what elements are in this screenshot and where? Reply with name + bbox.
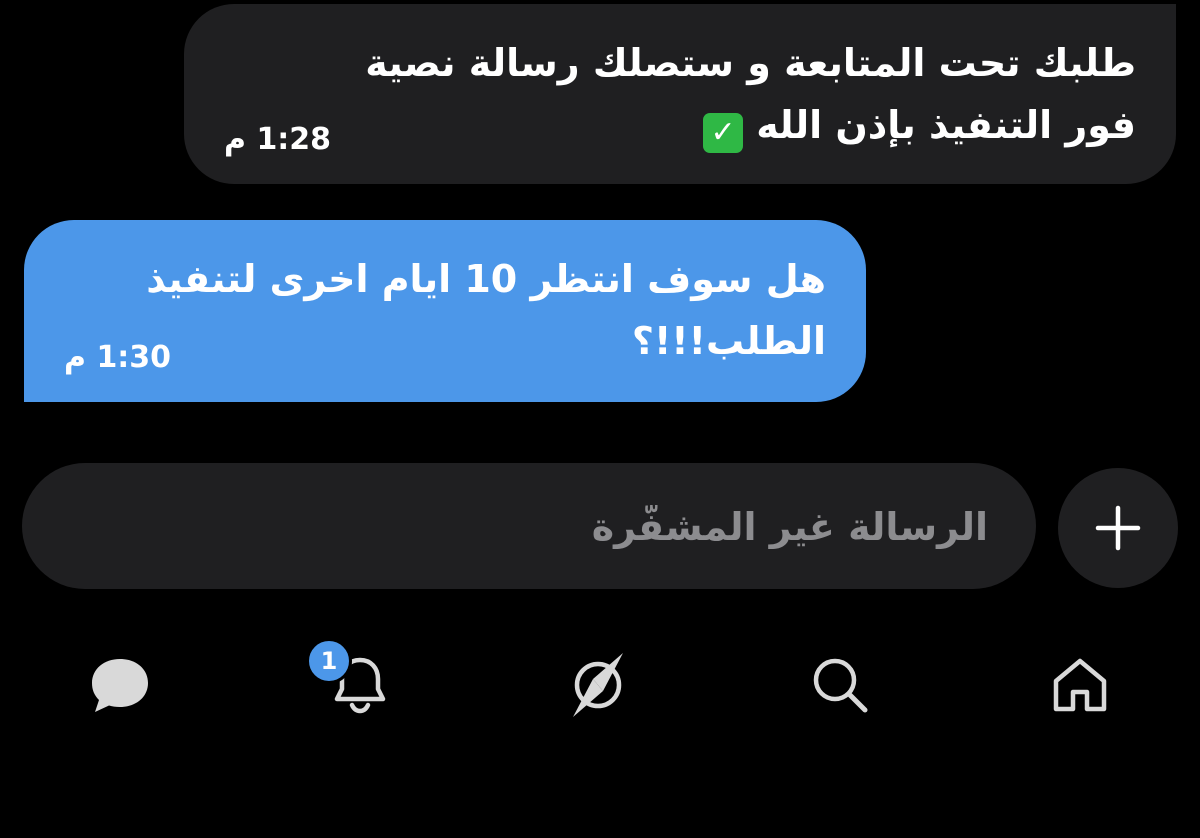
message-timestamp: 1:28 م [224,122,332,157]
message-bubble-sent[interactable]: هل سوف انتظر 10 ايام اخرى لتنفيذ الطلب!!… [24,220,866,402]
check-mark-button-icon: ✓ [703,113,744,153]
compass-icon [573,653,623,717]
home-icon [1053,658,1107,712]
add-attachment-button[interactable] [1058,468,1178,588]
chat-bubble-icon [92,659,148,712]
message-input[interactable] [86,491,990,563]
nav-messages[interactable] [75,640,165,730]
message-text: طلبك تحت المتابعة و ستصلك رسالة نصية فور… [365,32,1136,156]
message-text-content: طلبك تحت المتابعة و ستصلك رسالة نصية فور… [365,41,1136,147]
message-text: هل سوف انتظر 10 ايام اخرى لتنفيذ الطلب!!… [146,257,826,363]
message-composer [22,463,1036,589]
notification-badge: 1 [306,638,352,684]
message-timestamp: 1:30 م [64,340,172,375]
search-icon [813,658,868,713]
message-bubble-received[interactable]: طلبك تحت المتابعة و ستصلك رسالة نصية فور… [184,4,1176,184]
plus-icon [1095,505,1141,551]
nav-search[interactable] [795,640,885,730]
nav-home[interactable] [1035,640,1125,730]
nav-explore[interactable] [553,640,643,730]
